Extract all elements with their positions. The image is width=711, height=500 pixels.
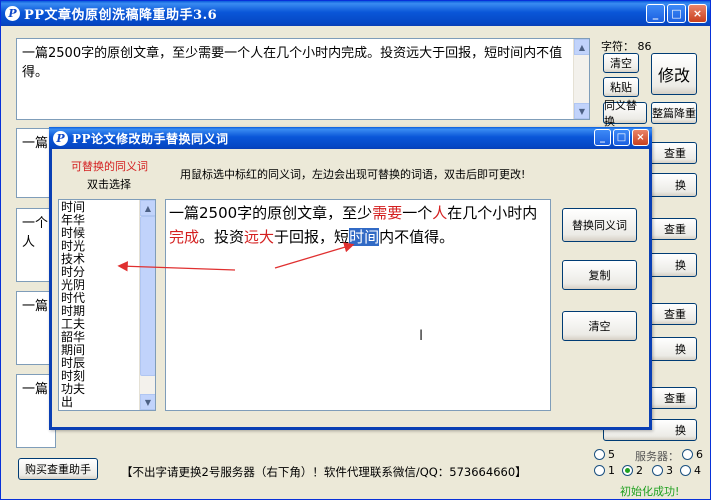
annotation-arrows xyxy=(117,242,355,272)
arrow-to-list xyxy=(117,261,236,272)
arrow-to-word xyxy=(274,242,355,269)
